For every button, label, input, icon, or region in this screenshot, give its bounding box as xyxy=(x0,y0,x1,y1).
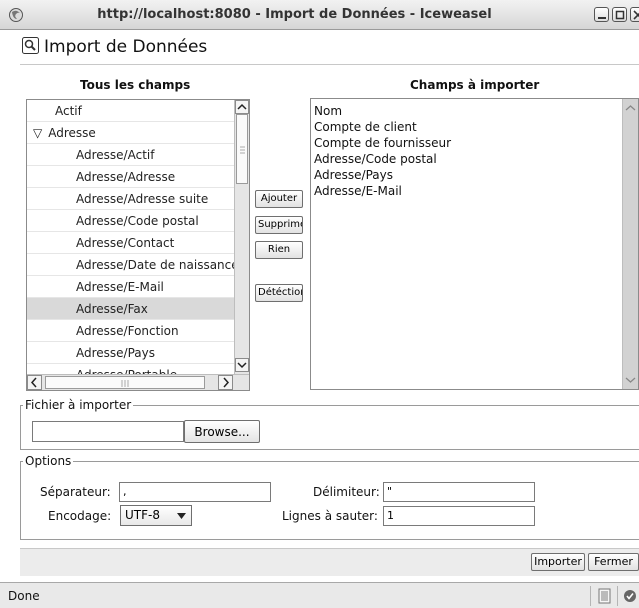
options-legend: Options xyxy=(25,454,72,468)
checkmark-icon xyxy=(624,590,636,602)
encoding-select[interactable]: UTF-8 xyxy=(120,505,192,526)
browse-button[interactable]: Browse... xyxy=(184,420,260,443)
remove-field-button[interactable]: Supprimer xyxy=(255,216,303,234)
encoding-label: Encodage: xyxy=(48,509,112,523)
scroll-down-button[interactable] xyxy=(235,358,249,372)
scroll-left-button[interactable] xyxy=(27,375,42,390)
separator-label: Séparateur: xyxy=(40,485,111,499)
delimiter-label: Délimiteur: xyxy=(313,485,380,499)
field-row[interactable]: ▽ Adresse xyxy=(27,122,235,144)
import-field-item[interactable]: Adresse/Pays xyxy=(314,167,451,183)
maximize-icon xyxy=(615,10,625,20)
arrow-up-icon xyxy=(237,103,247,110)
fields-to-import-items: Nom Compte de client Compte de fournisseur… xyxy=(314,103,451,199)
window-title: http://localhost:8080 - Import de Donnée… xyxy=(97,7,492,22)
window-titlebar: http://localhost:8080 - Import de Donnée… xyxy=(0,0,639,30)
minimize-icon xyxy=(598,17,606,19)
add-field-button[interactable]: Ajouter xyxy=(255,190,303,208)
status-text: Done xyxy=(8,589,40,603)
field-row-label: Actif xyxy=(55,104,82,118)
field-row[interactable]: Adresse/Adresse xyxy=(27,166,235,188)
import-field-item[interactable]: Adresse/Code postal xyxy=(314,151,451,167)
all-fields-header: Tous les champs xyxy=(80,78,191,92)
field-row[interactable]: Adresse/Adresse suite xyxy=(27,188,235,210)
vertical-scroll-thumb[interactable] xyxy=(236,114,248,184)
field-row[interactable]: Actif xyxy=(27,100,235,122)
detect-fields-button[interactable]: Détéction xyxy=(255,284,303,302)
minimize-button[interactable] xyxy=(594,7,609,22)
field-row[interactable]: Adresse/Contact xyxy=(27,232,235,254)
field-row-label: Adresse/Code postal xyxy=(76,214,199,228)
status-separator xyxy=(590,586,591,606)
arrow-left-icon xyxy=(30,377,37,388)
field-row[interactable]: Adresse/Pays xyxy=(27,342,235,364)
grip-icon xyxy=(240,146,245,154)
field-row-label: Adresse/Adresse xyxy=(76,170,176,184)
import-field-item[interactable]: Nom xyxy=(314,103,451,119)
close-icon xyxy=(633,10,639,20)
fields-to-import-header: Champs à importer xyxy=(410,78,540,92)
header-divider xyxy=(20,64,639,65)
field-row-label: Adresse/E-Mail xyxy=(76,280,164,294)
field-row[interactable]: Adresse/Actif xyxy=(27,144,235,166)
field-row[interactable]: Adresse/Portable xyxy=(27,364,235,374)
all-fields-vertical-scrollbar[interactable] xyxy=(234,100,249,374)
import-field-item[interactable]: Compte de client xyxy=(314,119,451,135)
dialog-title: Import de Données xyxy=(22,37,207,57)
grip-icon xyxy=(121,380,129,387)
field-row[interactable]: Adresse/E-Mail xyxy=(27,276,235,298)
field-row[interactable]: Adresse/Fax xyxy=(27,298,235,320)
fields-to-import-scrollbar[interactable] xyxy=(622,99,638,389)
import-button[interactable]: Importer xyxy=(531,553,585,571)
horizontal-scroll-thumb[interactable] xyxy=(45,376,205,389)
close-window-button[interactable] xyxy=(630,7,639,22)
status-separator xyxy=(617,586,618,606)
file-path-input[interactable] xyxy=(32,421,184,442)
import-field-item[interactable]: Compte de fournisseur xyxy=(314,135,451,151)
all-fields-rows: Actif ▽ Adresse Adresse/Actif Adresse/Adress… xyxy=(27,100,235,374)
arrow-up-icon xyxy=(625,105,636,111)
maximize-button[interactable] xyxy=(612,7,627,22)
arrow-down-icon xyxy=(625,377,636,383)
all-fields-horizontal-scrollbar[interactable] xyxy=(27,374,249,390)
encoding-value: UTF-8 xyxy=(125,508,160,522)
all-fields-list[interactable]: Actif ▽ Adresse Adresse/Actif Adresse/Adress… xyxy=(26,99,250,391)
dialog-title-text: Import de Données xyxy=(44,37,208,57)
scroll-right-button[interactable] xyxy=(218,375,233,390)
expander-triangle-icon[interactable]: ▽ xyxy=(33,126,42,140)
field-row[interactable]: Adresse/Code postal xyxy=(27,210,235,232)
field-row-label: Adresse/Date de naissance xyxy=(76,258,235,272)
close-button[interactable]: Fermer xyxy=(588,553,639,571)
arrow-right-icon xyxy=(223,377,230,388)
magnifier-icon xyxy=(22,37,39,54)
status-bar: Done xyxy=(0,582,639,608)
skip-lines-label: Lignes à sauter: xyxy=(282,509,378,523)
fields-to-import-list[interactable]: Nom Compte de client Compte de fournisseur… xyxy=(310,98,639,390)
arrow-down-icon xyxy=(237,362,247,369)
field-row[interactable]: Adresse/Date de naissance xyxy=(27,254,235,276)
field-row-label: Adresse/Fax xyxy=(76,302,148,316)
page-icon xyxy=(598,588,611,604)
field-row-label: Adresse xyxy=(48,126,96,140)
skip-lines-input[interactable]: 1 xyxy=(383,506,535,526)
field-row-label: Adresse/Contact xyxy=(76,236,175,250)
field-row-label: Adresse/Pays xyxy=(76,346,156,360)
field-row-label: Adresse/Fonction xyxy=(76,324,179,338)
chevron-down-icon xyxy=(177,513,186,519)
scroll-up-button[interactable] xyxy=(235,100,249,114)
file-group-legend: Fichier à importer xyxy=(25,398,132,412)
field-row-label: Adresse/Actif xyxy=(76,148,155,162)
separator-input[interactable]: , xyxy=(119,482,271,502)
clear-fields-button[interactable]: Rien xyxy=(255,241,303,259)
field-row-label: Adresse/Adresse suite xyxy=(76,192,209,206)
delimiter-input[interactable]: " xyxy=(383,482,535,502)
field-row[interactable]: Adresse/Fonction xyxy=(27,320,235,342)
import-field-item[interactable]: Adresse/E-Mail xyxy=(314,183,451,199)
